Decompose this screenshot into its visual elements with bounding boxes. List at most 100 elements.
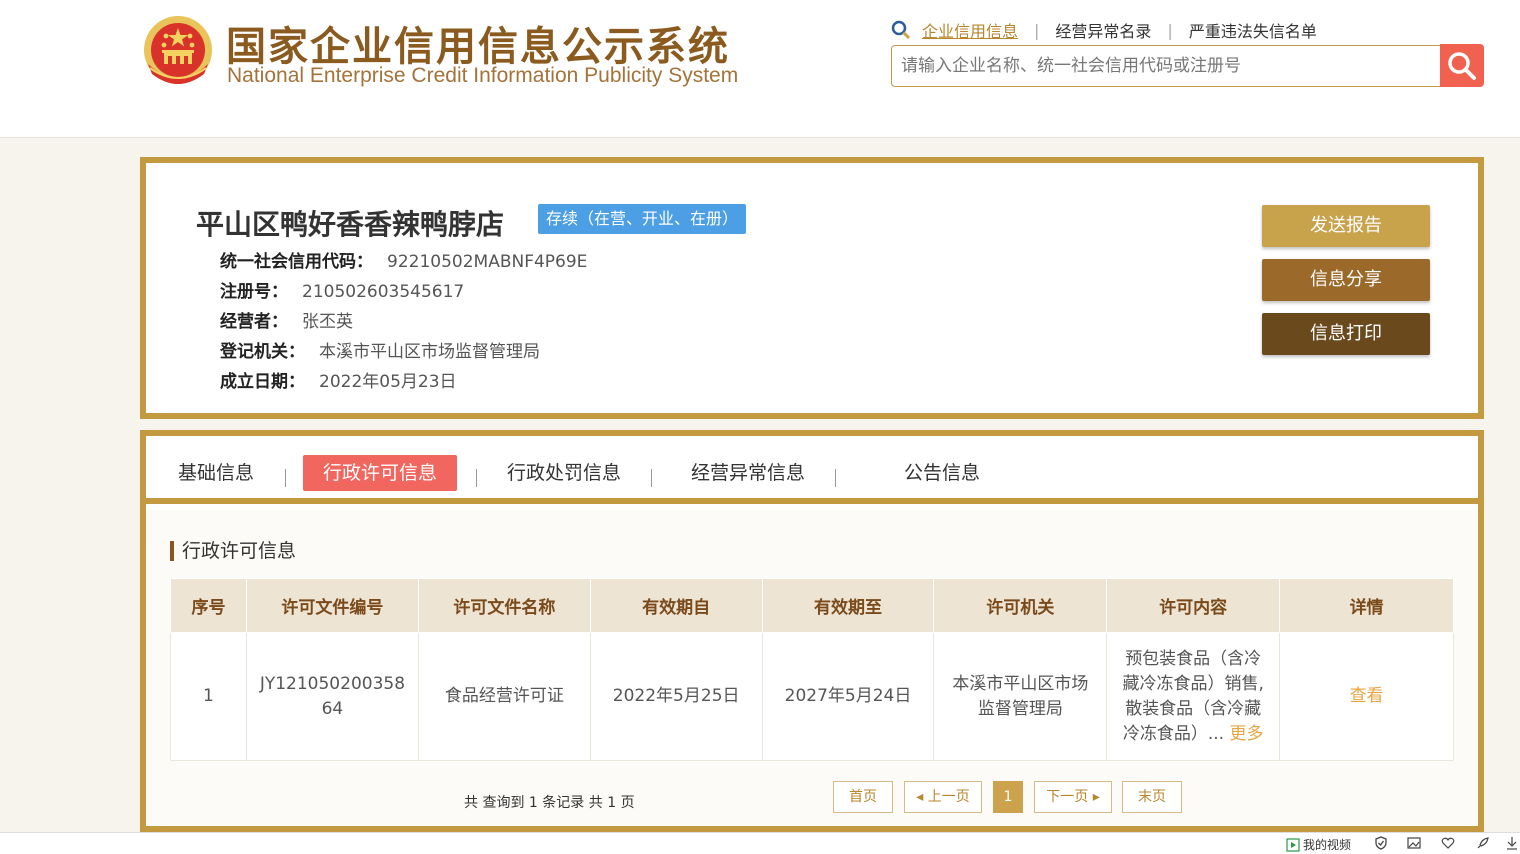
nav-separator: |	[1167, 20, 1173, 40]
pagination-summary: 共 查询到 1 条记录 共 1 页	[464, 792, 635, 812]
content-line: 散装食品（含冷藏	[1125, 698, 1262, 719]
site-header: 国家企业信用信息公示系统 National Enterprise Credit …	[0, 0, 1520, 138]
browser-status-bar: 我的视频	[0, 832, 1520, 854]
cell-content: 预包装食品（含冷 藏冷冻食品）销售, 散装食品（含冷藏 冷冻食品）... 更多	[1106, 632, 1281, 761]
file-no-line: JY121050200358	[259, 673, 406, 694]
info-authority: 登记机关： 本溪市平山区市场监督管理局	[220, 337, 540, 362]
cell-detail: 查看	[1279, 632, 1454, 761]
search-input[interactable]	[892, 46, 1441, 86]
search-button[interactable]	[1440, 44, 1484, 87]
my-video-button[interactable]: 我的视频	[1286, 836, 1351, 853]
cell-file-no: JY121050200358 64	[245, 632, 419, 761]
table-row: 1 JY121050200358 64 食品经营许可证 2022年5月25日 2…	[170, 632, 1454, 761]
content-line: 冷冻食品）...	[1122, 723, 1225, 744]
print-info-button[interactable]: 信息打印	[1262, 313, 1430, 355]
shield-icon[interactable]	[1374, 836, 1388, 850]
send-report-button[interactable]: 发送报告	[1262, 205, 1430, 247]
tab-bar: 基础信息 行政许可信息 行政处罚信息 经营异常信息 公告信息	[146, 436, 1478, 504]
info-value: 92210502MABNF4P69E	[387, 252, 588, 272]
next-page-label: 下一页	[1046, 789, 1089, 805]
col-header-file-name: 许可文件名称	[417, 578, 591, 633]
col-header-valid-to: 有效期至	[761, 578, 935, 633]
col-header-detail: 详情	[1279, 578, 1454, 633]
view-detail-link[interactable]: 查看	[1350, 686, 1384, 706]
table-header-row: 序号 许可文件编号 许可文件名称 有效期自 有效期至 许可机关 许可内容 详情	[170, 578, 1454, 633]
tab-separator	[285, 469, 286, 487]
authority-line: 监督管理局	[977, 698, 1063, 719]
col-header-file-no: 许可文件编号	[245, 578, 419, 633]
site-title-en: National Enterprise Credit Information P…	[227, 64, 739, 87]
info-label: 经营者：	[220, 312, 288, 332]
top-nav: 企业信用信息 | 经营异常名录 | 严重违法失信名单	[890, 18, 1317, 42]
search-icon	[1448, 51, 1476, 80]
next-page-button[interactable]: 下一页 ▸	[1034, 781, 1112, 813]
page-number-button[interactable]: 1	[993, 781, 1023, 813]
cell-index: 1	[170, 632, 247, 761]
info-label: 成立日期：	[220, 372, 305, 392]
image-icon[interactable]	[1407, 836, 1421, 850]
info-established: 成立日期： 2022年05月23日	[220, 367, 457, 392]
summary-prefix: 共 查询到	[464, 795, 525, 811]
last-page-button[interactable]: 末页	[1122, 781, 1182, 813]
tab-separator	[651, 469, 652, 487]
col-header-content: 许可内容	[1106, 578, 1281, 633]
cell-file-name: 食品经营许可证	[417, 632, 591, 761]
more-link[interactable]: 更多	[1230, 724, 1264, 744]
file-no-line: 64	[321, 698, 344, 719]
first-page-button[interactable]: 首页	[833, 781, 893, 813]
tab-admin-penalty[interactable]: 行政处罚信息	[507, 455, 621, 491]
detail-panel: 基础信息 行政许可信息 行政处罚信息 经营异常信息 公告信息 行政许可信息 序号…	[140, 430, 1484, 832]
cell-authority: 本溪市平山区市场 监督管理局	[933, 632, 1108, 761]
cell-valid-from: 2022年5月25日	[589, 632, 763, 761]
tab-basic-info[interactable]: 基础信息	[178, 455, 254, 491]
info-value: 本溪市平山区市场监督管理局	[319, 342, 540, 362]
company-card: 平山区鸭好香香辣鸭脖店 存续（在营、开业、在册） 统一社会信用代码： 922105…	[140, 157, 1484, 419]
tab-separator	[476, 469, 477, 487]
national-emblem-icon	[144, 16, 212, 84]
tab-admin-license[interactable]: 行政许可信息	[303, 455, 458, 491]
prev-page-label: 上一页	[927, 789, 970, 805]
tab-announcement[interactable]: 公告信息	[904, 455, 980, 491]
info-value: 张丕英	[302, 312, 353, 332]
license-table: 序号 许可文件编号 许可文件名称 有效期自 有效期至 许可机关 许可内容 详情 …	[170, 578, 1454, 761]
info-label: 登记机关：	[220, 342, 305, 362]
tab-separator	[835, 469, 836, 487]
tab-abnormal-operation[interactable]: 经营异常信息	[691, 455, 805, 491]
info-reg-no: 注册号： 210502603545617	[220, 277, 464, 302]
nav-separator: |	[1034, 20, 1040, 40]
play-icon	[1286, 837, 1300, 852]
my-video-label: 我的视频	[1303, 838, 1352, 852]
nav-dishonest-list[interactable]: 严重违法失信名单	[1189, 18, 1317, 42]
col-header-index: 序号	[170, 578, 247, 633]
rocket-icon[interactable]	[1476, 836, 1490, 850]
page-count: 1	[607, 795, 617, 811]
content-line: 预包装食品（含冷	[1125, 648, 1262, 669]
info-value: 210502603545617	[302, 282, 465, 302]
nav-enterprise-credit[interactable]: 企业信用信息	[922, 18, 1018, 42]
cell-valid-to: 2027年5月24日	[761, 632, 935, 761]
content-line: 藏冷冻食品）销售,	[1122, 673, 1264, 694]
info-value: 2022年05月23日	[319, 372, 457, 392]
authority-line: 本溪市平山区市场	[952, 673, 1089, 694]
col-header-valid-from: 有效期自	[589, 578, 763, 633]
summary-suffix: 页	[620, 795, 635, 811]
heart-icon[interactable]	[1441, 836, 1455, 850]
search-box	[891, 45, 1441, 87]
prev-page-button[interactable]: ◂ 上一页	[904, 781, 982, 813]
company-name: 平山区鸭好香香辣鸭脖店	[196, 208, 505, 241]
summary-mid: 条记录 共	[542, 795, 603, 811]
search-icon	[891, 20, 911, 40]
download-icon[interactable]	[1506, 836, 1518, 850]
info-label: 统一社会信用代码：	[220, 252, 373, 272]
chevron-right-icon: ▸	[1088, 789, 1100, 805]
record-count: 1	[528, 795, 538, 811]
license-content: 行政许可信息 序号 许可文件编号 许可文件名称 有效期自 有效期至 许可机关 许…	[146, 510, 1478, 826]
col-header-authority: 许可机关	[933, 578, 1108, 633]
info-credit-code: 统一社会信用代码： 92210502MABNF4P69E	[220, 247, 587, 272]
nav-abnormal-list[interactable]: 经营异常名录	[1055, 18, 1151, 42]
section-title: 行政许可信息	[170, 541, 296, 561]
info-label: 注册号：	[220, 282, 288, 302]
status-badge: 存续（在营、开业、在册）	[538, 204, 747, 234]
share-info-button[interactable]: 信息分享	[1262, 259, 1430, 301]
info-operator: 经营者： 张丕英	[220, 307, 353, 332]
